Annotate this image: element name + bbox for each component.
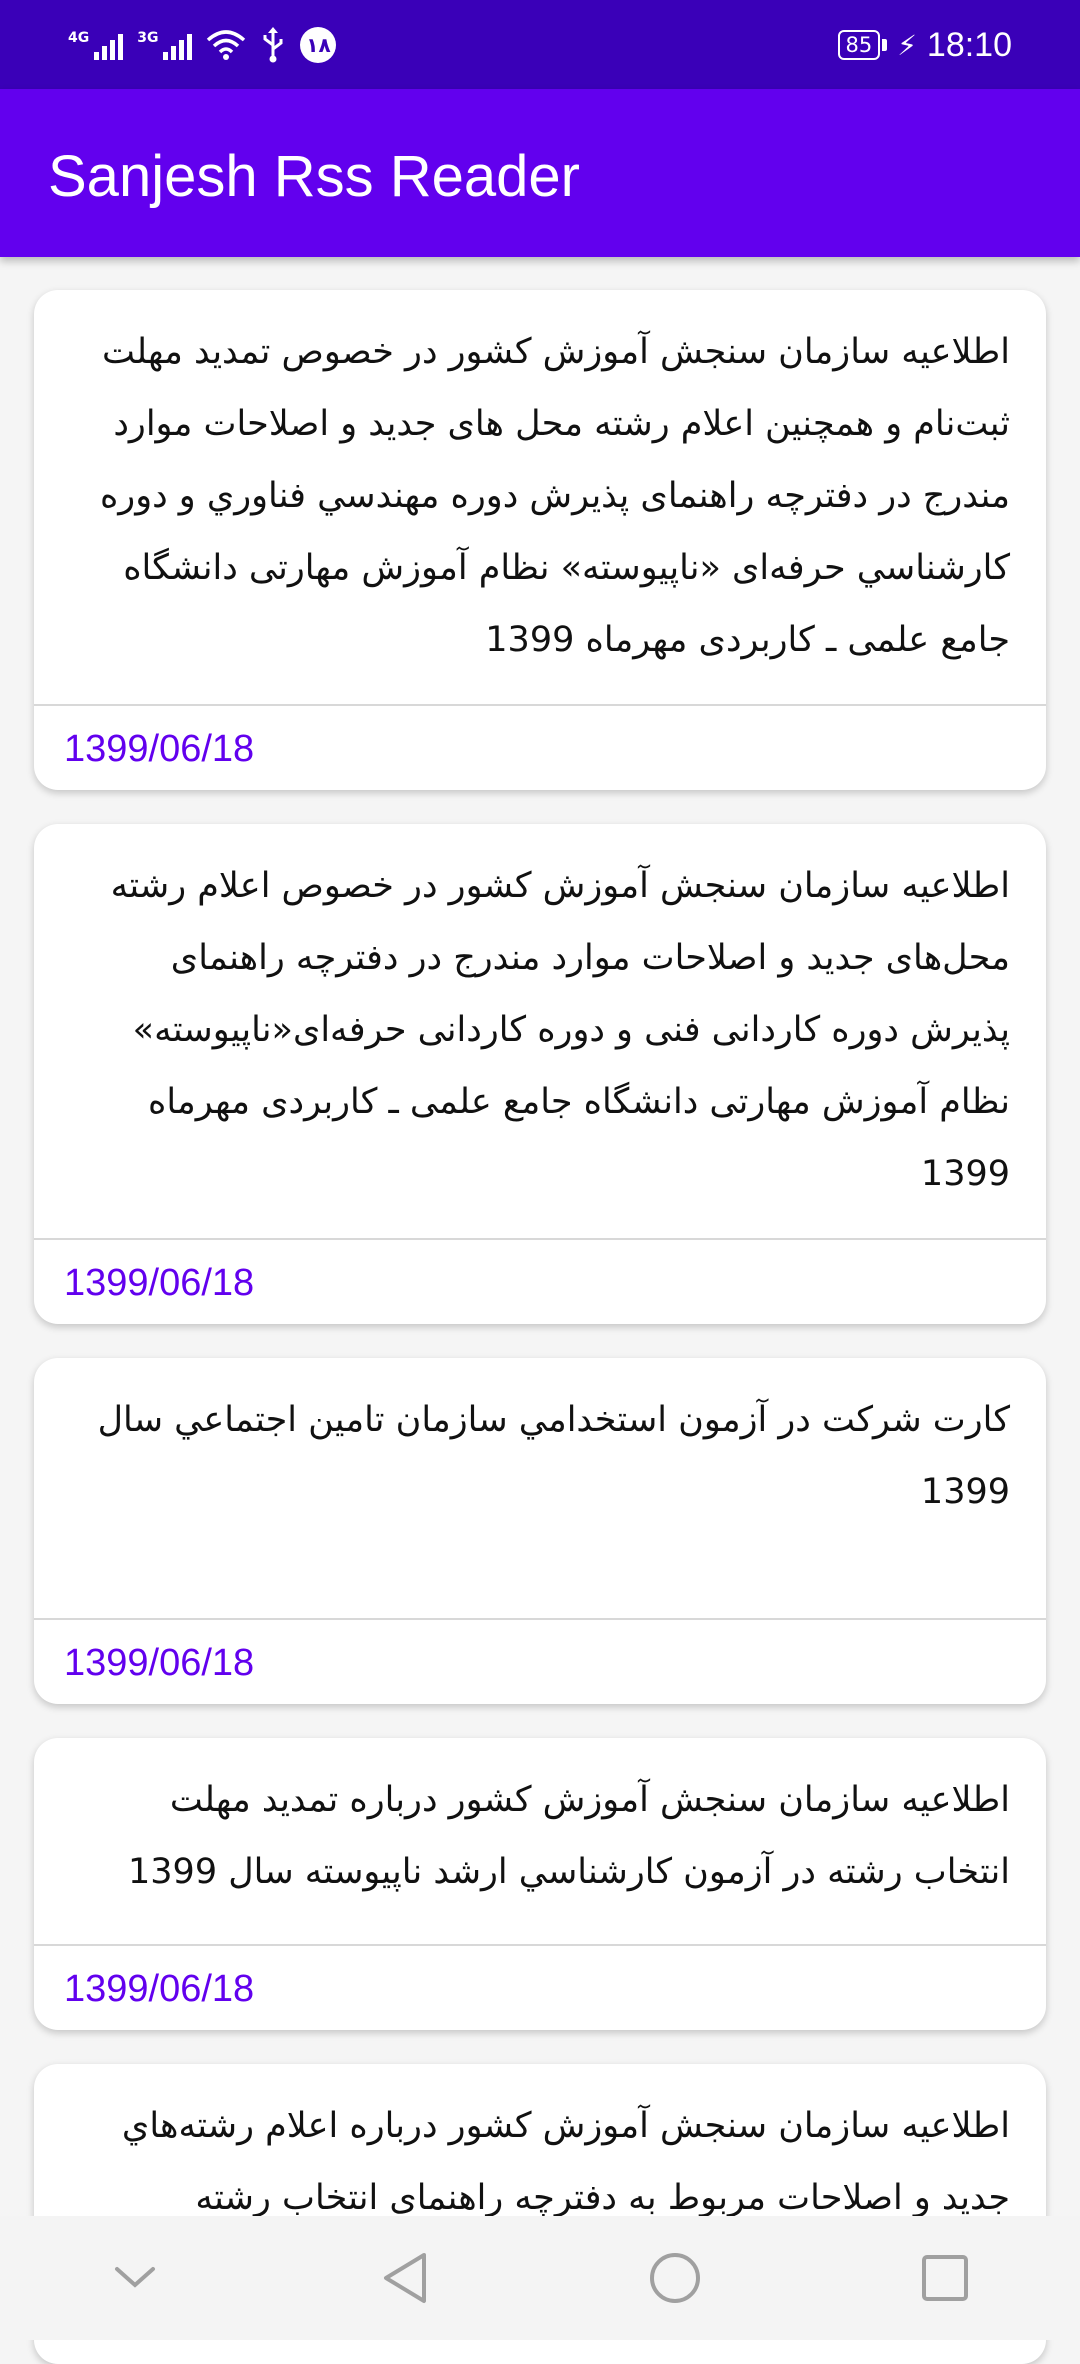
hide-keyboard-button[interactable] [75, 2218, 195, 2338]
feed-item-title: كارت شركت در آزمون استخدامي سازمان تامين… [97, 1400, 1010, 1512]
feed-card[interactable]: اطلاعيه سازمان سنجش آموزش كشور در خصوص ا… [34, 824, 1046, 1324]
feed-card[interactable]: اطلاعيه سازمان سنجش آموزش كشور درباره تم… [34, 1738, 1046, 2030]
feed-card[interactable]: اطلاعيه سازمان سنجش آموزش كشور در خصوص ت… [34, 290, 1046, 790]
wifi-icon [206, 28, 246, 62]
feed-item-date: 1399/06/18 [64, 1641, 255, 1684]
home-button[interactable] [615, 2218, 735, 2338]
recents-square-icon [922, 2255, 968, 2301]
feed-item-date: 1399/06/18 [64, 1967, 255, 2010]
status-icons-left: 4G 3G ۱۸ [68, 24, 337, 66]
app-title: Sanjesh Rss Reader [48, 144, 580, 209]
signal-3g-icon: 3G [137, 30, 193, 60]
network-type-3g: 3G [137, 30, 159, 46]
feed-card[interactable]: كارت شركت در آزمون استخدامي سازمان تامين… [34, 1358, 1046, 1704]
feed-item-title: اطلاعيه سازمان سنجش آموزش كشور در خصوص ا… [110, 866, 1010, 1194]
system-navigation-bar [0, 2216, 1080, 2340]
feed-item-title: اطلاعيه سازمان سنجش آموزش كشور در خصوص ت… [99, 332, 1010, 660]
back-button[interactable] [345, 2218, 465, 2338]
feed-item-date: 1399/06/18 [64, 727, 255, 770]
status-bar: 4G 3G ۱۸ 85 ⚡ 18:10 [0, 0, 1080, 89]
usb-icon [260, 27, 286, 63]
battery-icon: 85 [837, 30, 881, 60]
home-circle-icon [650, 2253, 700, 2303]
notification-badge-icon: ۱۸ [300, 27, 337, 63]
network-type-4g: 4G [68, 30, 90, 46]
battery-level: 85 [845, 33, 873, 57]
recents-button[interactable] [885, 2218, 1005, 2338]
status-time: 18:10 [926, 25, 1012, 64]
app-bar: Sanjesh Rss Reader [0, 89, 1080, 257]
feed-item-title: اطلاعيه سازمان سنجش آموزش كشور درباره تم… [128, 1780, 1010, 1892]
signal-4g-icon: 4G [68, 30, 124, 60]
chevron-down-icon [115, 2267, 155, 2288]
feed-item-date: 1399/06/18 [64, 1261, 255, 1304]
feed-item-title: اطلاعيه سازمان سنجش آموزش كشور درباره اع… [121, 2106, 1010, 2218]
status-icons-right: 85 ⚡ 18:10 [837, 24, 1012, 66]
charging-icon: ⚡ [897, 28, 917, 62]
battery-tip [882, 39, 888, 51]
back-triangle-icon [384, 2253, 426, 2303]
